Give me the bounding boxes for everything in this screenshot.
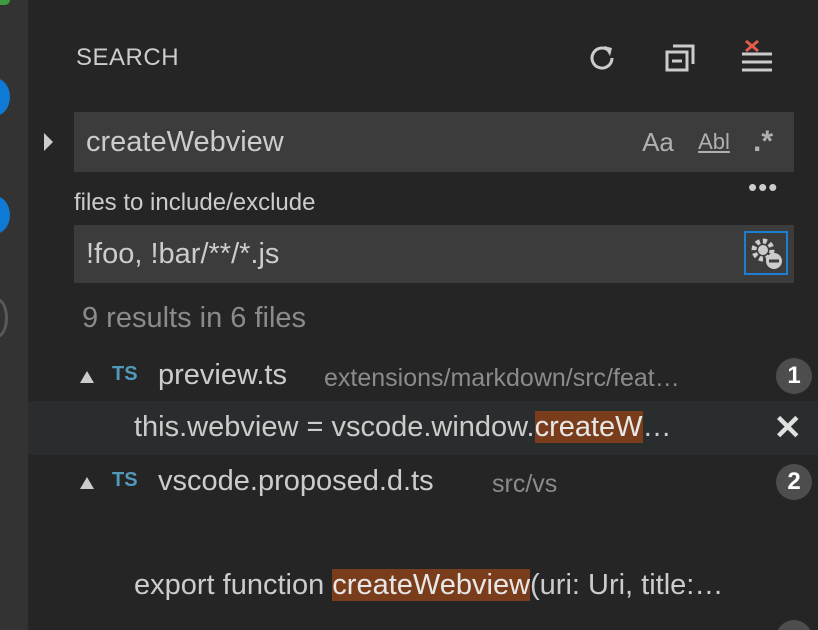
file-result-row[interactable]: TS vscode.proposed.d.ts src/vs 2	[28, 455, 818, 509]
activity-badge-icon[interactable]	[0, 196, 10, 234]
refresh-icon[interactable]	[582, 38, 622, 78]
match-count-badge	[776, 620, 812, 630]
status-indicator	[0, 0, 10, 5]
file-path: extensions/markdown/src/feat…	[324, 364, 680, 392]
match-case-icon[interactable]: Aa	[640, 122, 676, 162]
activity-badge-icon[interactable]	[0, 78, 10, 116]
gear-icon	[751, 238, 782, 269]
more-options-icon[interactable]: •••	[748, 172, 778, 203]
use-regex-icon[interactable]: .*	[748, 122, 778, 162]
activity-bar	[0, 0, 28, 630]
file-name: preview.ts	[158, 359, 287, 391]
include-label: files to include/exclude	[74, 189, 316, 216]
file-result-row[interactable]	[28, 613, 818, 630]
use-exclude-settings-button[interactable]	[744, 231, 788, 275]
match-row[interactable]: this.webview = vscode.window.createW… ✕	[28, 401, 818, 455]
include-value: !foo, !bar/**/*.js	[86, 238, 280, 270]
activity-item-icon[interactable]	[0, 298, 8, 338]
collapse-all-icon[interactable]	[660, 38, 700, 78]
typescript-file-icon: TS	[112, 363, 138, 385]
toggle-replace-icon[interactable]	[44, 133, 53, 151]
match-count-badge: 1	[776, 358, 812, 394]
clear-results-icon[interactable]	[736, 38, 776, 78]
expand-arrow-icon[interactable]	[80, 371, 94, 383]
search-panel: SEARCH createWebview Aa Abl .* ••• files…	[28, 0, 818, 630]
match-whole-word-icon[interactable]: Abl	[694, 122, 734, 162]
match-row[interactable]: export function createWebview(uri: Uri, …	[28, 559, 818, 613]
match-count-badge: 2	[776, 464, 812, 500]
expand-arrow-icon[interactable]	[80, 477, 94, 489]
panel-title: SEARCH	[76, 44, 180, 71]
search-input[interactable]: createWebview Aa Abl .*	[74, 112, 794, 172]
match-highlight: createW	[534, 411, 643, 443]
search-query: createWebview	[86, 126, 284, 158]
match-text: export function createWebview(uri: Uri, …	[134, 569, 724, 601]
include-input[interactable]: !foo, !bar/**/*.js	[74, 225, 794, 283]
typescript-file-icon: TS	[112, 469, 138, 491]
dismiss-match-icon[interactable]: ✕	[774, 409, 803, 447]
match-highlight: createWebview	[332, 569, 531, 601]
file-result-row[interactable]: TS preview.ts extensions/markdown/src/fe…	[28, 349, 818, 403]
file-path: src/vs	[492, 470, 558, 498]
file-name: vscode.proposed.d.ts	[158, 465, 434, 497]
results-summary: 9 results in 6 files	[82, 302, 307, 334]
match-text: this.webview = vscode.window.createW…	[134, 411, 672, 443]
